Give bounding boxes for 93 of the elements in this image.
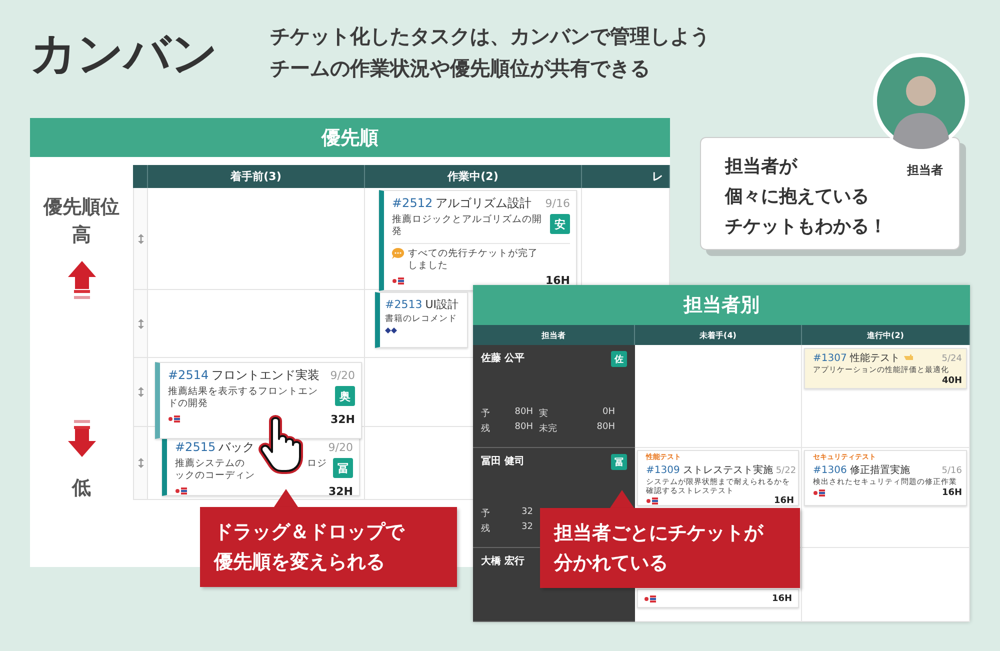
assignee-name: 冨田 健司 (481, 454, 524, 468)
ticket-number: #2515 (175, 440, 216, 454)
ticket-title: フロントエンド実装 (212, 367, 320, 384)
axis-high-label: 高 (72, 223, 91, 247)
stat-label: 残 (481, 522, 491, 535)
drag-handle-icon[interactable] (138, 234, 144, 244)
status-icon (175, 487, 187, 496)
assignee-badge: 安 (550, 214, 570, 234)
drag-handle-icon[interactable] (138, 458, 144, 468)
due-date: 5/16 (942, 466, 962, 476)
stat-value: 80H (514, 407, 533, 419)
stat-value: 0H (602, 407, 615, 419)
axis-label: 優先順位 (44, 195, 120, 219)
column-header: 着手前(3) (148, 165, 365, 188)
header-corner (133, 165, 148, 188)
chat-bubble-icon (392, 248, 404, 259)
diamond-icon (385, 327, 397, 334)
subtitle-line: チームの作業状況や優先順位が共有できる (270, 55, 651, 82)
stat-label: 予 (481, 408, 491, 420)
ticket-card[interactable]: #2513 UI設計 書籍のレコメンド (375, 292, 468, 348)
ticket-description: 推薦結果を表示するフロントエンドの開発 (168, 386, 318, 411)
assignee-badge: 冨 (611, 454, 627, 470)
ticket-number: #1307 (813, 353, 847, 364)
column-header: 進行中(2) (802, 325, 970, 345)
callout-pointer (274, 489, 298, 507)
stat-value: 80H (514, 422, 533, 434)
ticket-note: すべての先行チケットが完了しました (408, 248, 538, 272)
due-date: 9/20 (330, 369, 355, 382)
ticket-description: 推薦システムの (175, 458, 245, 469)
assignee-badge: 奥 (335, 386, 355, 406)
ticket-description: ロジ (307, 458, 327, 469)
ticket-description: 書籍のレコメンド (385, 314, 458, 326)
drag-handle-icon[interactable] (138, 318, 144, 328)
panel-title: 担当者別 (473, 285, 970, 325)
due-date: 5/22 (776, 466, 796, 476)
hours-estimate: 32H (328, 484, 353, 498)
ticket-description: ックのコーディン (175, 470, 256, 483)
axis-low-label: 低 (72, 476, 91, 500)
status-icon (168, 415, 180, 424)
down-arrow-icon (68, 420, 96, 458)
callout-box: ドラッグ＆ドロップで 優先順を変えられる (200, 507, 457, 587)
due-date: 9/20 (328, 441, 353, 454)
speech-message: 担当者が 個々に抱えている チケットもわかる！ (725, 155, 887, 239)
ticket-number: #2512 (392, 196, 433, 210)
ticket-number: #1306 (813, 465, 847, 476)
status-icon (813, 488, 825, 497)
ticket-card[interactable]: #2514 フロントエンド実装 9/20 推薦結果を表示するフロントエンドの開発 奥 32H (155, 362, 362, 439)
ticket-title: ストレステスト実施 (682, 464, 773, 477)
ticket-number: #2514 (168, 368, 209, 382)
assignee-name: 大橋 宏行 (481, 554, 524, 568)
hours-estimate: 16H (774, 496, 794, 506)
panel-title: 優先順 (30, 118, 670, 157)
person-label: 担当者 (907, 162, 944, 179)
stat-value: 32 (520, 507, 533, 519)
callout-pointer (610, 490, 634, 508)
hours-estimate: 16H (545, 274, 570, 288)
ticket-title: 性能テスト (850, 352, 900, 365)
up-arrow-icon (68, 261, 96, 299)
due-date: 9/16 (545, 197, 570, 210)
stat-label: 実 (538, 408, 549, 420)
status-icon (392, 276, 404, 285)
column-header: 担当者 (473, 325, 635, 345)
hours-estimate: 16H (942, 488, 962, 498)
drag-handle-icon[interactable] (138, 387, 144, 397)
subtitle-line: チケット化したタスクは、カンバンで管理しよう (270, 23, 710, 50)
ticket-card[interactable]: #2512 アルゴリズム設計 9/16 推薦ロジックとアルゴリズムの開発 安 すべての先行チケットが完了しました 16H (379, 190, 577, 292)
hours-estimate: 32H (330, 412, 355, 426)
ticket-title: 修正措置実施 (850, 464, 910, 477)
assignee-name: 佐藤 公平 (481, 352, 524, 365)
ticket-number: #2513 (385, 298, 422, 311)
stat-value: 80H (596, 422, 615, 434)
stat-value: 32 (520, 522, 533, 534)
page-title: カンバン (30, 25, 218, 82)
status-icon (646, 497, 658, 506)
column-header: レ (582, 165, 670, 188)
ticket-title: UI設計 (425, 297, 459, 312)
hours-estimate: 40H (942, 376, 962, 386)
stat-label: 残 (481, 422, 491, 435)
column-header: 未着手(4) (635, 325, 802, 345)
assignee-badge: 佐 (611, 351, 627, 367)
column-header: 作業中(2) (365, 165, 582, 188)
callout-box: 担当者ごとにチケットが 分かれている (540, 508, 800, 588)
ticket-title: バック (218, 439, 255, 456)
ticket-description: 推薦ロジックとアルゴリズムの開発 (392, 214, 542, 239)
stat-label: 予 (481, 508, 491, 520)
stat-label: 未完 (538, 422, 558, 435)
hours-estimate: 16H (772, 594, 792, 604)
ticket-title: アルゴリズム設計 (436, 195, 532, 212)
ticket-card[interactable]: 16H (637, 589, 799, 608)
ticket-number: #1309 (646, 465, 680, 476)
status-icon (644, 594, 656, 602)
due-date: 5/24 (942, 354, 962, 364)
assignee-badge: 冨 (333, 458, 353, 478)
